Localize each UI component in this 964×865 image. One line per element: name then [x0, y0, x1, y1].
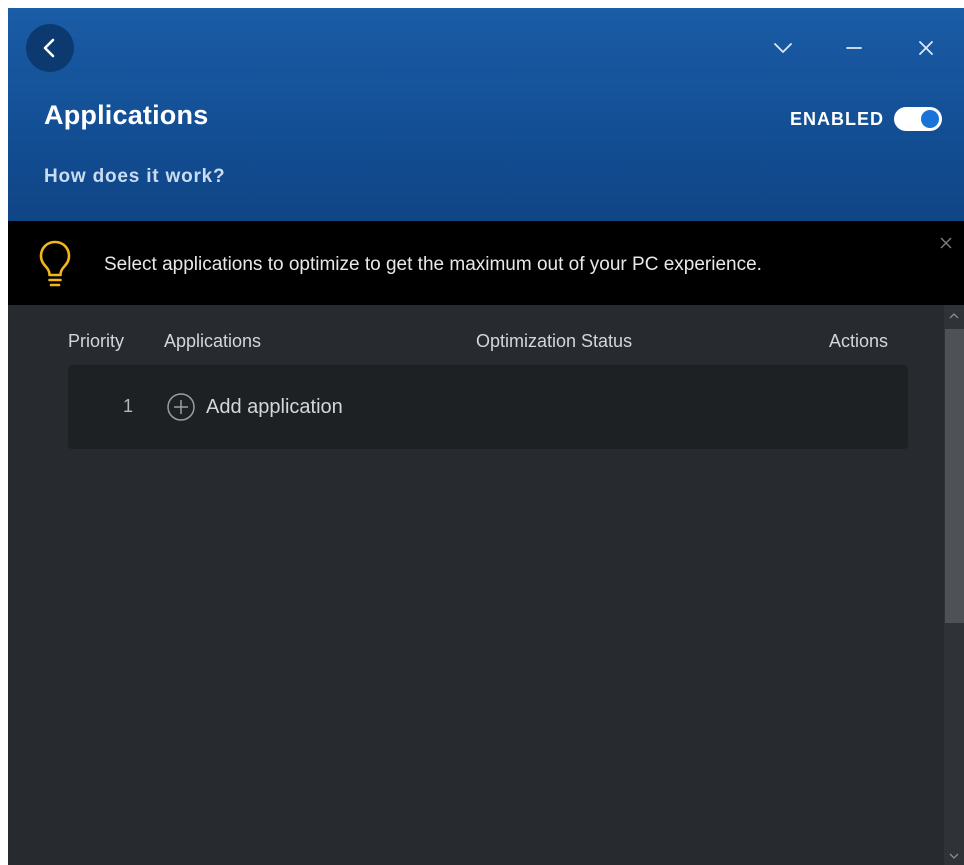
scroll-down-button[interactable] [944, 847, 964, 865]
close-icon [940, 237, 952, 249]
toggle-knob [921, 110, 939, 128]
header: Applications ENABLED How does it work? [8, 8, 964, 221]
table-row: 1 Add application [68, 365, 908, 449]
lightbulb-icon [39, 240, 71, 287]
chevron-up-icon [949, 313, 959, 319]
column-header-priority: Priority [68, 331, 125, 351]
chevron-left-icon [43, 38, 55, 58]
tip-close-button[interactable] [936, 233, 956, 253]
enabled-label: ENABLED [789, 108, 884, 129]
column-header-applications: Applications [164, 331, 262, 351]
collapse-button[interactable] [767, 32, 799, 64]
how-does-it-work-link[interactable]: How does it work? [44, 166, 225, 188]
minimize-button[interactable] [838, 32, 870, 64]
enabled-toggle[interactable] [894, 107, 942, 131]
column-header-optimization-status: Optimization Status [476, 331, 633, 351]
page-title: Applications [44, 100, 209, 130]
vertical-scrollbar[interactable] [944, 305, 964, 865]
back-button[interactable] [26, 24, 74, 72]
scroll-thumb[interactable] [945, 329, 964, 623]
tip-banner: Select applications to optimize to get t… [8, 221, 964, 305]
tip-text: Select applications to optimize to get t… [104, 254, 762, 275]
column-header-actions: Actions [829, 331, 889, 351]
app-window: Applications ENABLED How does it work? S… [8, 8, 964, 865]
chevron-down-icon [949, 853, 959, 859]
row-priority: 1 [123, 396, 134, 416]
chevron-down-icon [774, 43, 792, 53]
close-icon [919, 41, 933, 55]
plus-circle-icon [167, 393, 195, 421]
close-button[interactable] [910, 32, 942, 64]
minimize-icon [846, 47, 862, 49]
add-application-label: Add application [206, 395, 343, 418]
enabled-control: ENABLED [790, 107, 942, 131]
add-application-button[interactable]: Add application [166, 392, 343, 422]
scroll-up-button[interactable] [944, 307, 964, 325]
